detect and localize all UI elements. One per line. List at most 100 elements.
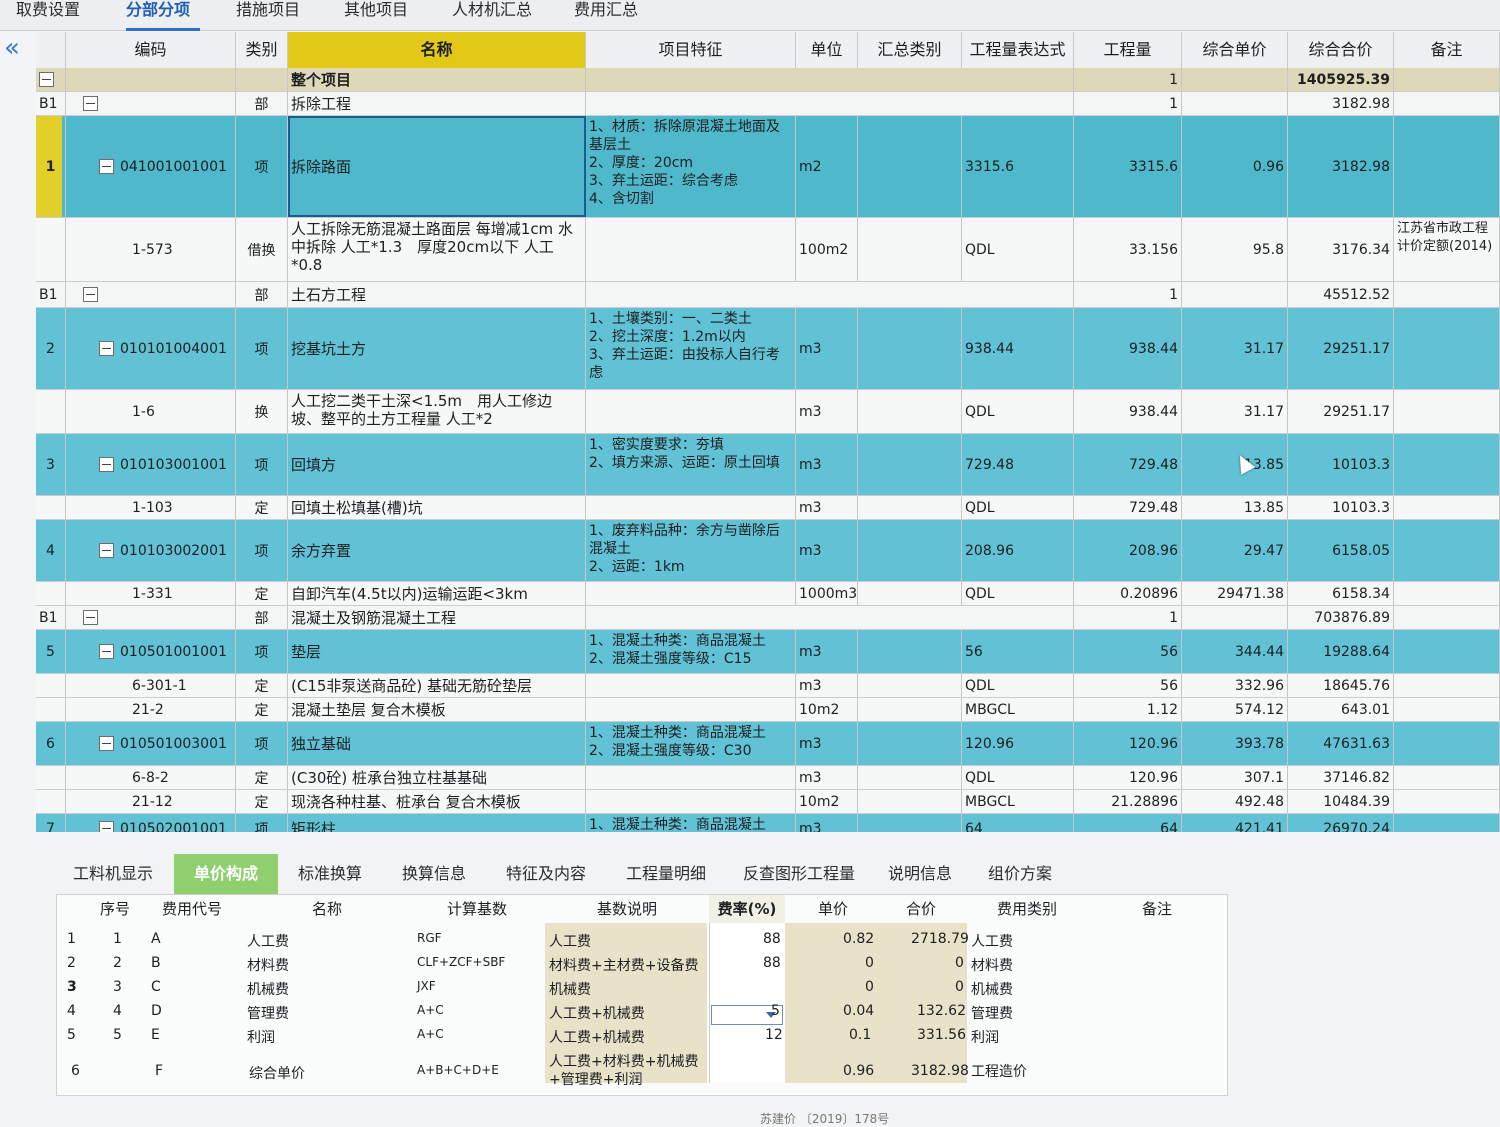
collapse-toggle-icon[interactable] [83,610,98,625]
row-sum-type[interactable] [858,496,962,519]
row-unit[interactable]: m2 [796,116,858,217]
row-name[interactable]: (C15非泵送商品砼) 基础无筋砼垫层 [288,674,586,697]
row-name[interactable]: 挖基坑土方 [288,308,586,389]
row-feature[interactable]: 1、混凝土种类：商品混凝土 2、混凝土强度等级：C15 [586,630,796,673]
row-qty[interactable]: 21.28896 [1074,790,1182,813]
row-code[interactable]: 21-2 [66,698,236,721]
row-fee-code[interactable]: E [151,1027,160,1043]
row-fee-name[interactable]: 材料费 [247,955,289,975]
header-name[interactable]: 名称 [288,32,586,68]
row-expr[interactable]: QDL [962,582,1074,605]
table-row[interactable]: 1-103 定 回填土松填基(槽)坑 m3 QDL 729.48 13.85 1… [36,496,1500,520]
row-note[interactable] [1394,630,1500,673]
tab-reverse-graphic-quantity[interactable]: 反查图形工程量 [732,854,866,894]
table-row[interactable]: 3 010103001001 项 回填方 1、密实度要求：夯填 2、填方来源、运… [36,434,1500,496]
row-expr[interactable]: 120.96 [962,722,1074,765]
row-expr[interactable]: 64 [962,814,1074,832]
table-row[interactable]: 7 010502001001 项 矩形柱 1、混凝土种类：商品混凝土 m3 64… [36,814,1500,832]
row-sum-type[interactable] [858,790,962,813]
row-name[interactable]: 拆除路面 [288,116,586,217]
row-qty[interactable]: 56 [1074,674,1182,697]
table-row[interactable]: 1-6 换 人工挖二类干土深<1.5m 用人工修边坡、整平的土方工程量 人工*2… [36,390,1500,434]
header-expr[interactable]: 工程量表达式 [962,32,1074,68]
row-sum-type[interactable] [858,582,962,605]
row-calc-base[interactable]: A+C [417,1003,444,1017]
row-rate[interactable]: 88 [763,931,781,947]
row-expr[interactable]: 208.96 [962,520,1074,581]
row-sum-type[interactable] [858,814,962,832]
row-qty[interactable]: 1 [1074,282,1182,307]
row-fee-code[interactable]: A [151,931,161,947]
row-code[interactable]: 1-103 [66,496,236,519]
collapse-toggle-icon[interactable] [99,543,114,558]
row-note[interactable] [1394,790,1500,813]
row-code[interactable]: 010502001001 [66,814,236,832]
row-unit[interactable]: m3 [796,434,858,495]
row-unit[interactable]: 10m2 [796,790,858,813]
row-qty[interactable]: 0.20896 [1074,582,1182,605]
tab-standard-conversion[interactable]: 标准换算 [282,854,378,894]
table-row[interactable]: 5 010501001001 项 垫层 1、混凝土种类：商品混凝土 2、混凝土强… [36,630,1500,674]
header-code[interactable]: 编码 [66,32,236,68]
collapse-toggle-icon[interactable] [99,644,114,659]
row-expr[interactable]: 729.48 [962,434,1074,495]
table-row[interactable]: 21-12 定 现浇各种柱基、桩承台 复合木模板 10m2 MBGCL 21.2… [36,790,1500,814]
header-unit[interactable]: 单位 [796,32,858,68]
row-name[interactable]: 整个项目 [288,68,586,91]
row-sum-type[interactable] [858,722,962,765]
row-sum-type[interactable] [858,766,962,789]
row-calc-base[interactable]: RGF [417,931,442,945]
row-unit[interactable]: 10m2 [796,698,858,721]
header-fee-name[interactable]: 名称 [277,895,377,923]
row-expr[interactable]: 938.44 [962,308,1074,389]
row-sum-type[interactable] [858,630,962,673]
tab-sections[interactable]: 分部分项 [126,0,200,31]
row-note[interactable] [1394,814,1500,832]
row-feature[interactable]: 1、废弃料品种：余方与凿除后混凝土 2、运距：1km [586,520,796,581]
table-row[interactable]: 4 010103002001 项 余方弃置 1、废弃料品种：余方与凿除后混凝土 … [36,520,1500,582]
row-code[interactable]: 6-8-2 [66,766,236,789]
tab-fee-settings[interactable]: 取费设置 [16,0,106,28]
row-fee-code[interactable]: B [151,955,161,971]
row-fee-category[interactable]: 管理费 [971,1003,1013,1023]
header-fee-category[interactable]: 费用类别 [977,895,1077,923]
row-note[interactable] [1394,582,1500,605]
row-fee-code[interactable]: C [151,979,161,995]
row-qty[interactable]: 729.48 [1074,434,1182,495]
row-note[interactable] [1394,116,1500,217]
row-qty[interactable]: 938.44 [1074,390,1182,433]
row-rate[interactable]: 88 [763,955,781,971]
row-fee-category[interactable]: 机械费 [971,979,1013,999]
row-sum-type[interactable] [858,698,962,721]
tab-pricing-plan[interactable]: 组价方案 [976,854,1064,894]
tab-description[interactable]: 说明信息 [878,854,962,894]
row-code[interactable]: 21-12 [66,790,236,813]
header-rate[interactable]: 费率(%) [709,895,785,923]
row-code[interactable]: 1-331 [66,582,236,605]
row-expr[interactable]: QDL [962,674,1074,697]
row-qty[interactable]: 1 [1074,606,1182,629]
row-calc-base[interactable]: JXF [417,979,436,993]
row-name[interactable]: 人工拆除无筋混凝土路面层 每增减1cm 水中拆除 人工*1.3 厚度20cm以下… [288,218,586,281]
row-note[interactable] [1394,698,1500,721]
row-qty[interactable]: 3315.6 [1074,116,1182,217]
collapse-toggle-icon[interactable] [99,159,114,174]
row-unit[interactable]: m3 [796,390,858,433]
tab-fee-summary[interactable]: 费用汇总 [574,0,648,28]
tab-measures[interactable]: 措施项目 [236,0,310,28]
row-qty[interactable]: 208.96 [1074,520,1182,581]
row-expr[interactable]: 56 [962,630,1074,673]
row-name[interactable]: 垫层 [288,630,586,673]
row-qty[interactable]: 120.96 [1074,722,1182,765]
row-name[interactable]: 现浇各种柱基、桩承台 复合木模板 [288,790,586,813]
row-feature[interactable]: 1、混凝土种类：商品混凝土 [586,814,796,832]
row-fee-category[interactable]: 人工费 [971,931,1013,951]
row-code[interactable]: 1-573 [66,218,236,281]
row-name[interactable]: 回填土松填基(槽)坑 [288,496,586,519]
header-total[interactable]: 综合合价 [1288,32,1394,68]
row-name[interactable]: 拆除工程 [288,92,586,115]
row-rate[interactable]: 5 [771,1003,780,1019]
row-expr[interactable]: QDL [962,390,1074,433]
row-code[interactable]: 010103002001 [66,520,236,581]
table-row[interactable]: 6 F 综合单价 A+B+C+D+E 人工费+材料费+机械费+管理费+利润 0.… [57,1051,1227,1091]
